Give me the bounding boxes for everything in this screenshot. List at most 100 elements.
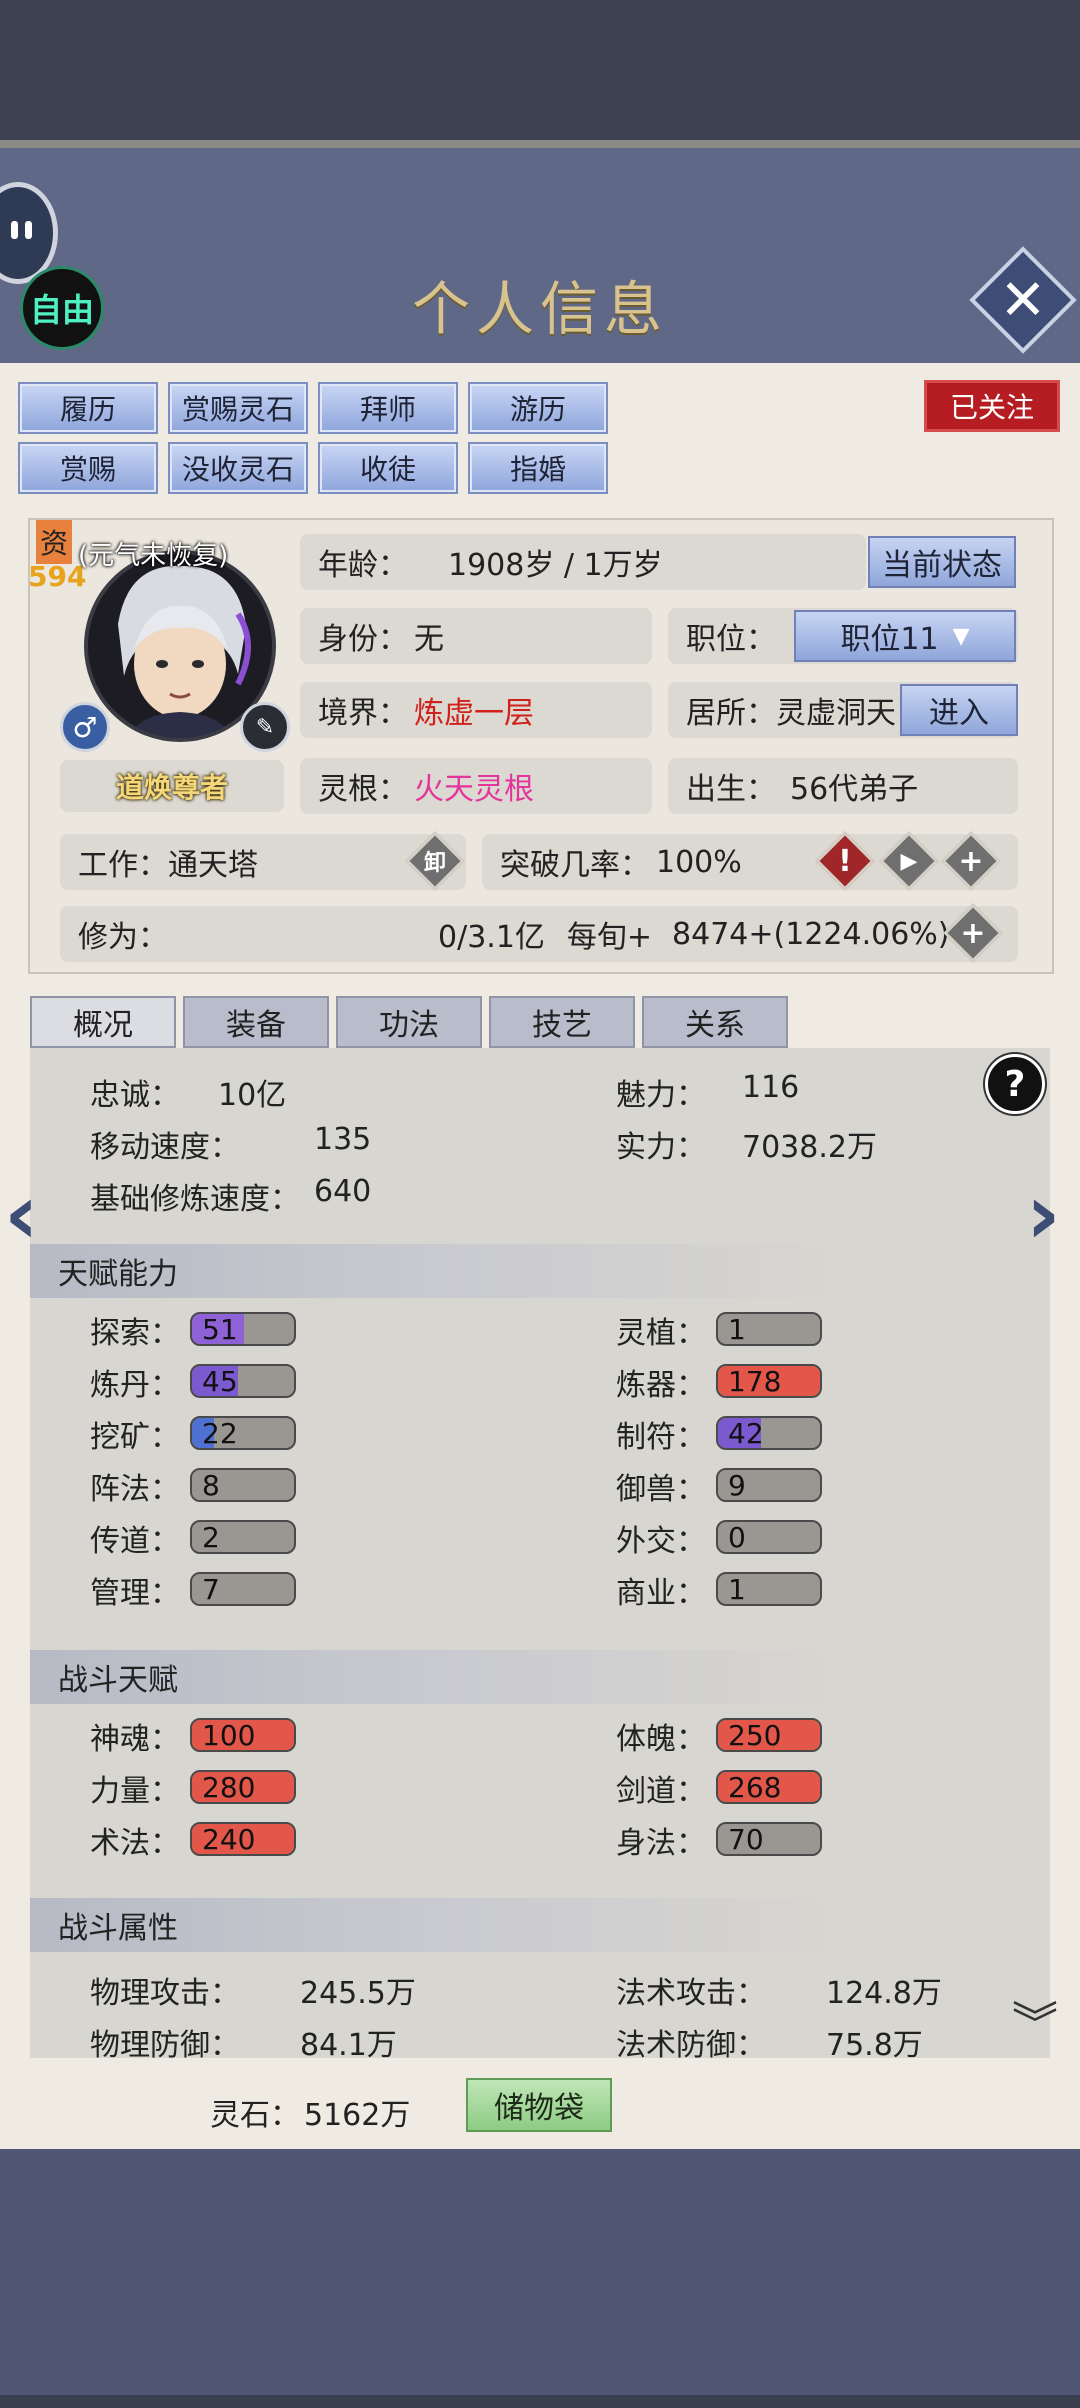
- combat-talent-bar: 250: [716, 1718, 822, 1752]
- cultivation-value: 0/3.1亿: [438, 920, 545, 955]
- talent-bar-fill: [718, 1574, 720, 1604]
- reward-stones-button[interactable]: 赏赐灵石: [168, 382, 308, 434]
- talent-value: 2: [202, 1521, 220, 1554]
- charm-value: 116: [742, 1070, 800, 1105]
- combat-talent-label: 剑道：: [616, 1774, 706, 1809]
- combat-talent-section-header: 战斗天赋: [30, 1650, 1050, 1704]
- scroll-down-icon[interactable]: ︾: [1012, 1988, 1058, 2054]
- talent-value: 0: [728, 1521, 746, 1554]
- spirit-root-value: 火天灵根: [414, 772, 534, 807]
- work-field: 工作： 通天塔: [60, 834, 466, 890]
- talent-value: 8: [202, 1469, 220, 1502]
- talent-value: 1: [728, 1573, 746, 1606]
- talent-bar-fill: [192, 1522, 195, 1552]
- talent-bar: 2: [190, 1520, 296, 1554]
- talent-value: 1: [728, 1313, 746, 1346]
- enter-residence-button[interactable]: 进入: [900, 684, 1018, 736]
- followed-button[interactable]: 已关注: [924, 380, 1060, 432]
- phys-def-label: 物理防御：: [90, 2028, 240, 2063]
- mag-def-label: 法术防御：: [616, 2028, 766, 2063]
- eye-right-icon: [25, 221, 32, 239]
- charm-label: 魅力：: [616, 1078, 706, 1113]
- history-button[interactable]: 履历: [18, 382, 158, 434]
- top-status-area: [0, 0, 1080, 145]
- combat-talent-value: 250: [728, 1719, 782, 1752]
- mag-atk-value: 124.8万: [826, 1976, 942, 2011]
- combat-talent-bar: 70: [716, 1822, 822, 1856]
- talent-label: 阵法：: [90, 1472, 180, 1507]
- top-divider: [0, 140, 1080, 148]
- talent-value: 7: [202, 1573, 220, 1606]
- talent-bar: 51: [190, 1312, 296, 1346]
- help-icon[interactable]: ?: [985, 1054, 1045, 1114]
- spirit-stone-value: 5162万: [304, 2098, 411, 2133]
- age-field: 年龄： 1908岁 / 1万岁: [300, 534, 866, 590]
- tab-techniques[interactable]: 功法: [336, 996, 482, 1048]
- storage-bag-button[interactable]: 储物袋: [466, 2078, 612, 2132]
- combat-talent-label: 术法：: [90, 1826, 180, 1861]
- talent-bar: 45: [190, 1364, 296, 1398]
- talent-bar: 178: [716, 1364, 822, 1398]
- combat-talent-bar: 268: [716, 1770, 822, 1804]
- confiscate-stones-button[interactable]: 没收灵石: [168, 442, 308, 494]
- birth-value: 56代弟子: [790, 772, 919, 807]
- birth-label: 出生：: [686, 772, 776, 807]
- aptitude-label: 资: [36, 520, 73, 564]
- birth-field: 出生： 56代弟子: [668, 758, 1018, 814]
- travel-button[interactable]: 游历: [468, 382, 608, 434]
- combat-talent-bar: 100: [190, 1718, 296, 1752]
- talent-label: 传道：: [90, 1524, 180, 1559]
- take-disciple-button[interactable]: 收徒: [318, 442, 458, 494]
- spirit-root-field: 灵根： 火天灵根: [300, 758, 652, 814]
- arrange-marriage-button[interactable]: 指婚: [468, 442, 608, 494]
- combat-talent-bar: 240: [190, 1822, 296, 1856]
- base-cultivation-speed-value: 640: [314, 1174, 372, 1209]
- tab-equipment[interactable]: 装备: [183, 996, 329, 1048]
- talent-label: 御兽：: [616, 1472, 706, 1507]
- base-cultivation-speed-label: 基础修炼速度：: [90, 1182, 300, 1217]
- realm-field: 境界： 炼虚一层: [300, 682, 652, 738]
- talent-bar-fill: [192, 1574, 200, 1604]
- talent-label: 炼丹：: [90, 1368, 180, 1403]
- talent-value: 45: [202, 1365, 238, 1398]
- tab-skills[interactable]: 技艺: [489, 996, 635, 1048]
- bottom-area: [0, 2149, 1080, 2408]
- current-status-button[interactable]: 当前状态: [868, 536, 1016, 588]
- identity-field: 身份： 无: [300, 608, 652, 664]
- realm-label: 境界：: [318, 696, 408, 731]
- close-icon[interactable]: ✕: [985, 262, 1061, 338]
- cultivation-label: 修为：: [78, 920, 168, 955]
- tab-relations[interactable]: 关系: [642, 996, 788, 1048]
- combat-talent-bar: 280: [190, 1770, 296, 1804]
- mag-def-value: 75.8万: [826, 2028, 923, 2063]
- position-dropdown[interactable]: 职位11 ▼: [794, 610, 1016, 662]
- move-speed-label: 移动速度：: [90, 1130, 240, 1165]
- eye-left-icon: [11, 221, 18, 239]
- talent-bar-fill: [718, 1470, 728, 1500]
- spirit-stone-label: 灵石：: [210, 2098, 300, 2133]
- bottom-edge: [0, 2395, 1080, 2408]
- reward-button[interactable]: 赏赐: [18, 442, 158, 494]
- tab-overview[interactable]: 概况: [30, 996, 176, 1048]
- edit-name-icon[interactable]: ✎: [240, 702, 290, 752]
- combat-talent-value: 100: [202, 1719, 256, 1752]
- dropdown-arrow-icon: ▼: [952, 623, 970, 649]
- talent-value: 51: [202, 1313, 238, 1346]
- residence-value: 灵虚洞天: [776, 696, 896, 731]
- combat-talent-label: 体魄：: [616, 1722, 706, 1757]
- combat-talent-value: 70: [728, 1823, 764, 1856]
- talent-label: 探索：: [90, 1316, 180, 1351]
- talent-label: 制符：: [616, 1420, 706, 1455]
- work-label: 工作：: [78, 848, 168, 883]
- power-value: 7038.2万: [742, 1130, 877, 1165]
- loyalty-value: 10亿: [218, 1078, 287, 1113]
- position-value: 职位11: [840, 622, 939, 657]
- combat-attr-section-header: 战斗属性: [30, 1898, 1050, 1952]
- male-gender-icon: ♂: [60, 702, 110, 752]
- take-master-button[interactable]: 拜师: [318, 382, 458, 434]
- position-label: 职位：: [686, 622, 776, 657]
- page-title: 个人信息: [411, 275, 668, 343]
- talent-label: 外交：: [616, 1524, 706, 1559]
- combat-talent-label: 神魂：: [90, 1722, 180, 1757]
- breakthrough-label: 突破几率：: [500, 848, 650, 883]
